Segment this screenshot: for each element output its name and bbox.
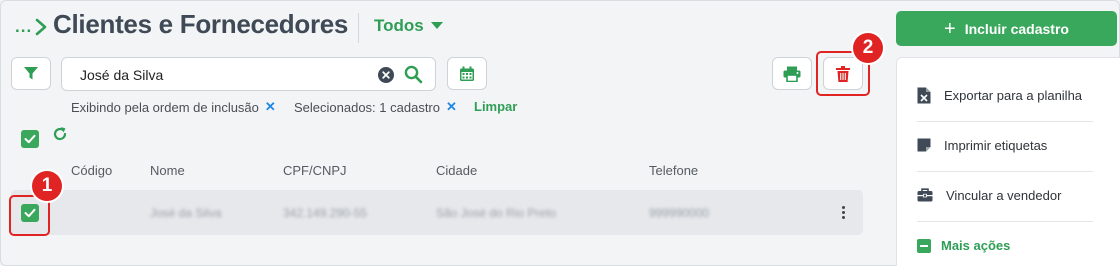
- chevron-right-icon: [35, 18, 47, 36]
- app-window: ... Clientes e Fornecedores Todos + Incl…: [0, 0, 1120, 266]
- caret-down-icon: [430, 22, 443, 29]
- printer-icon: [783, 66, 801, 82]
- selected-info-text: Selecionados: 1 cadastro: [294, 99, 440, 115]
- menu-divider: [917, 171, 1093, 172]
- plus-icon: +: [944, 17, 956, 40]
- delete-button[interactable]: [823, 57, 863, 90]
- refresh-icon[interactable]: [52, 126, 68, 142]
- check-icon: [24, 208, 36, 218]
- cell-document: 342.149.290-55: [283, 206, 368, 220]
- search-input[interactable]: [80, 65, 370, 85]
- menu-divider: [917, 121, 1093, 122]
- clear-all-link[interactable]: Limpar: [474, 99, 517, 114]
- column-header-document[interactable]: CPF/CNPJ: [283, 163, 347, 178]
- more-actions-label: Mais ações: [941, 238, 1011, 253]
- selected-info-chip: Selecionados: 1 cadastro ✕: [294, 99, 457, 115]
- clear-selection-icon[interactable]: ✕: [446, 99, 457, 115]
- header-divider: [358, 13, 359, 43]
- trash-icon: [836, 65, 850, 82]
- check-icon: [24, 134, 36, 144]
- clear-search-icon[interactable]: [378, 67, 394, 83]
- menu-item-label: Vincular a vendedor: [946, 187, 1062, 203]
- excel-file-icon: [917, 87, 931, 103]
- date-filter-button[interactable]: [447, 57, 487, 90]
- menu-item-label: Imprimir etiquetas: [944, 137, 1048, 153]
- breadcrumb-ellipsis[interactable]: ...: [15, 17, 32, 37]
- search-box[interactable]: [61, 57, 436, 91]
- menu-item-export-spreadsheet[interactable]: Exportar para a planilha: [917, 85, 1097, 105]
- funnel-icon: [24, 67, 38, 80]
- actions-menu: Exportar para a planilha Imprimir etique…: [896, 57, 1120, 266]
- row-more-options-icon[interactable]: [842, 206, 846, 220]
- column-header-city[interactable]: Cidade: [436, 163, 477, 178]
- order-info-text: Exibindo pela ordem de inclusão: [71, 99, 259, 115]
- more-actions-toggle[interactable]: Mais ações: [917, 238, 1010, 253]
- step-badge-2: 2: [853, 33, 883, 63]
- print-button[interactable]: [772, 57, 812, 90]
- step-badge-1: 1: [32, 171, 62, 201]
- briefcase-icon: [917, 188, 933, 202]
- menu-item-link-salesperson[interactable]: Vincular a vendedor: [917, 185, 1097, 205]
- add-record-label: Incluir cadastro: [964, 20, 1069, 37]
- select-all-checkbox[interactable]: [21, 130, 39, 148]
- menu-item-label: Exportar para a planilha: [944, 87, 1083, 103]
- menu-item-print-labels[interactable]: Imprimir etiquetas: [917, 135, 1097, 155]
- label-icon: [917, 138, 931, 152]
- order-info-chip: Exibindo pela ordem de inclusão ✕: [71, 99, 276, 115]
- cell-city: São José do Rio Preto: [436, 206, 557, 220]
- add-record-button[interactable]: + Incluir cadastro: [896, 11, 1117, 46]
- row-checkbox[interactable]: [21, 204, 39, 222]
- breadcrumb[interactable]: ...: [15, 16, 48, 38]
- column-header-name[interactable]: Nome: [150, 163, 185, 178]
- cell-name: José da Silva: [150, 206, 222, 220]
- search-icon[interactable]: [404, 65, 423, 84]
- page-title: Clientes e Fornecedores: [53, 9, 349, 39]
- status-filter-label: Todos: [374, 16, 424, 35]
- collapse-icon: [917, 238, 931, 253]
- calendar-icon: [460, 66, 474, 81]
- column-header-phone[interactable]: Telefone: [649, 163, 698, 178]
- status-filter-dropdown[interactable]: Todos: [374, 16, 443, 36]
- filter-button[interactable]: [11, 57, 51, 90]
- remove-order-filter-icon[interactable]: ✕: [265, 99, 276, 115]
- menu-divider: [917, 221, 1093, 222]
- column-header-code[interactable]: Código: [71, 163, 112, 178]
- cell-phone: 999990000: [649, 206, 710, 220]
